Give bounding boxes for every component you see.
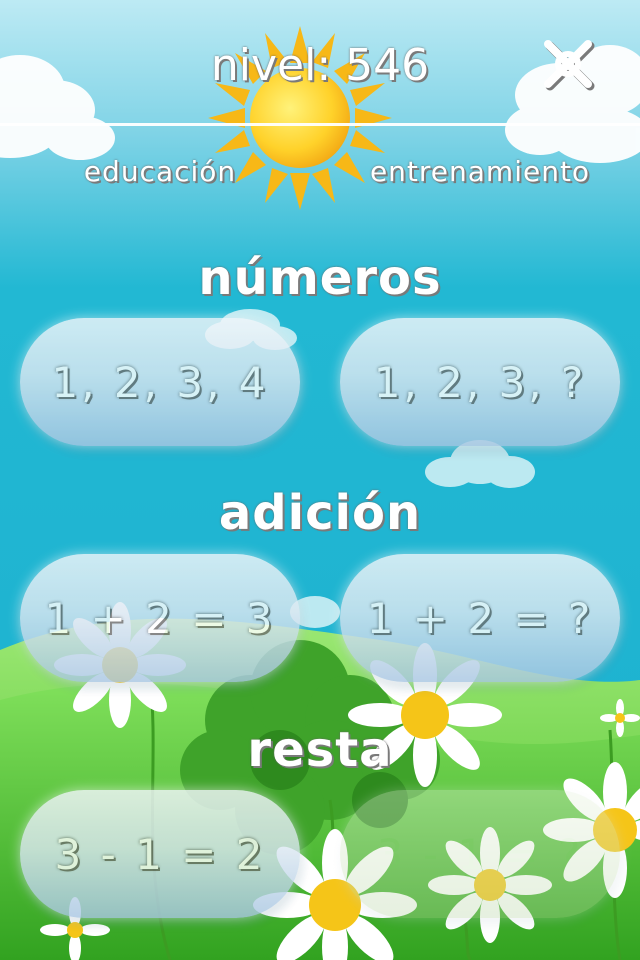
adicion-train-button[interactable]: 1 + 2 = ?	[340, 554, 620, 682]
tab-educacion[interactable]: educación	[70, 152, 250, 192]
button-label: 1 + 2 = ?	[366, 593, 594, 643]
tab-entrenamiento[interactable]: entrenamiento	[350, 152, 610, 192]
section-title-adicion: adición	[218, 485, 422, 541]
button-label: 1 + 2 = 3	[44, 593, 276, 643]
section-title-numeros: números	[198, 250, 442, 306]
section-title-resta: resta	[247, 722, 393, 778]
button-label: 1, 2, 3, ?	[373, 357, 587, 407]
numeros-train-button[interactable]: 1, 2, 3, ?	[340, 318, 620, 446]
button-label: 3 - 1 = ?	[376, 829, 584, 879]
resta-learn-button[interactable]: 3 - 1 = 2	[20, 790, 300, 918]
header-divider	[0, 123, 640, 126]
button-label: 3 - 1 = 2	[54, 829, 266, 879]
adicion-learn-button[interactable]: 1 + 2 = 3	[20, 554, 300, 682]
button-label: 1, 2, 3, 4	[51, 357, 269, 407]
resta-train-button[interactable]: 3 - 1 = ?	[340, 790, 620, 918]
settings-cross-icon[interactable]	[540, 36, 598, 94]
level-label: nivel: 546	[210, 40, 430, 91]
numeros-learn-button[interactable]: 1, 2, 3, 4	[20, 318, 300, 446]
